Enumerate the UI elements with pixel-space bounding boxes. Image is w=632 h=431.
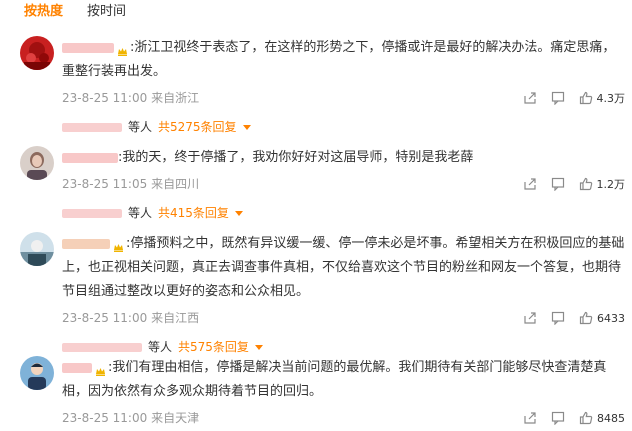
reply-count[interactable]: 共415条回复	[158, 206, 229, 220]
like-count: 1.2万	[596, 178, 626, 191]
like-icon	[579, 91, 592, 105]
comment-text: :浙江卫视终于表态了，在这样的形势之下，停播或许是最好的解决办法。痛定思痛，重整…	[62, 40, 616, 79]
avatar[interactable]	[20, 36, 54, 70]
comment-actions: 8485	[509, 408, 625, 428]
comment-item: :我们有理由相信，停播是解决当前问题的最优解。我们期待有关部门能够尽快查清楚真相…	[20, 356, 625, 430]
reply-suffix: 等人	[128, 120, 153, 134]
comment-location: 来自浙江	[151, 91, 200, 105]
reply-usernames	[62, 209, 122, 218]
comment-location: 来自江西	[151, 311, 200, 325]
like-button[interactable]: 1.2万	[579, 176, 626, 192]
vip-crown-icon	[95, 362, 106, 376]
comment-body: :我的天，终于停播了，我劝你好好对这届导师，特别是我老薛 23-8-25 11:…	[62, 146, 625, 224]
chevron-down-icon	[254, 345, 263, 350]
reply-usernames	[62, 123, 122, 132]
chevron-down-icon	[242, 125, 251, 130]
like-button[interactable]: 6433	[579, 311, 625, 325]
comment-date: 23-8-25 11:00	[62, 91, 148, 105]
reply-usernames	[62, 343, 142, 352]
comment-meta: 23-8-25 11:00 来自天津 8485	[62, 408, 625, 428]
username[interactable]	[62, 362, 92, 373]
like-icon	[579, 411, 593, 425]
share-button[interactable]	[523, 411, 537, 425]
comment-actions: 1.2万	[509, 174, 626, 194]
comment-body: :浙江卫视终于表态了，在这样的形势之下，停播或许是最好的解决办法。痛定思痛，重整…	[62, 36, 625, 138]
share-icon	[524, 312, 536, 324]
comment-button[interactable]	[551, 311, 565, 325]
comment-date: 23-8-25 11:05	[62, 177, 148, 191]
comment-text-block: :停播预料之中，既然有异议缓一缓、停一停未必是坏事。希望相关方在积极回应的基础上…	[62, 232, 625, 304]
vip-crown-icon	[113, 238, 124, 252]
comment-body: :我们有理由相信，停播是解决当前问题的最优解。我们期待有关部门能够尽快查清楚真相…	[62, 356, 625, 428]
avatar[interactable]	[20, 232, 54, 266]
comment-meta: 23-8-25 11:05 来自四川 1.2万	[62, 174, 625, 194]
chevron-down-icon	[234, 211, 243, 216]
comment-text: :我们有理由相信，停播是解决当前问题的最优解。我们期待有关部门能够尽快查清楚真相…	[62, 360, 607, 399]
comment-item: :我的天，终于停播了，我劝你好好对这届导师，特别是我老薛 23-8-25 11:…	[20, 146, 625, 222]
sort-tabs: 按热度 按时间	[24, 0, 150, 24]
like-icon	[579, 177, 592, 191]
like-count: 8485	[597, 411, 625, 425]
username[interactable]	[62, 238, 110, 249]
comment-page: 按热度 按时间 :浙江卫视终于表态了，在这样的形势之下，停播或许是最好的解决办法…	[0, 0, 632, 431]
comment-meta: 23-8-25 11:00 来自江西 6433	[62, 308, 625, 328]
share-button[interactable]	[523, 311, 537, 325]
comment-body: :停播预料之中，既然有异议缓一缓、停一停未必是坏事。希望相关方在积极回应的基础上…	[62, 232, 625, 358]
comment-icon	[551, 311, 565, 325]
reply-summary[interactable]: 等人 共575条回复	[62, 336, 625, 358]
comment-text-block: :浙江卫视终于表态了，在这样的形势之下，停播或许是最好的解决办法。痛定思痛，重整…	[62, 36, 625, 84]
username[interactable]	[62, 152, 118, 163]
avatar[interactable]	[20, 146, 54, 180]
reply-count[interactable]: 共5275条回复	[158, 120, 237, 134]
comment-item: :浙江卫视终于表态了，在这样的形势之下，停播或许是最好的解决办法。痛定思痛，重整…	[20, 36, 625, 136]
comment-date: 23-8-25 11:00	[62, 411, 148, 425]
like-count: 4.3万	[596, 92, 626, 105]
comment-actions: 4.3万	[509, 88, 626, 108]
share-button[interactable]	[523, 177, 537, 191]
like-button[interactable]: 8485	[579, 411, 625, 425]
like-count: 6433	[597, 311, 625, 325]
avatar[interactable]	[20, 356, 54, 390]
like-icon	[579, 311, 593, 325]
comment-icon	[551, 411, 565, 425]
share-icon	[523, 178, 536, 190]
tab-time[interactable]: 按时间	[87, 0, 126, 24]
comment-location: 来自天津	[151, 411, 200, 425]
reply-summary[interactable]: 等人 共5275条回复	[62, 116, 625, 138]
comment-text: :停播预料之中，既然有异议缓一缓、停一停未必是坏事。希望相关方在积极回应的基础上…	[62, 236, 625, 299]
share-icon	[523, 92, 536, 104]
comment-date: 23-8-25 11:00	[62, 311, 148, 325]
comment-icon	[551, 177, 564, 191]
comment-icon	[551, 91, 564, 105]
reply-suffix: 等人	[128, 206, 153, 220]
reply-suffix: 等人	[148, 340, 173, 354]
reply-count[interactable]: 共575条回复	[178, 340, 249, 354]
tab-hot[interactable]: 按热度	[24, 0, 63, 24]
comment-text-block: :我们有理由相信，停播是解决当前问题的最优解。我们期待有关部门能够尽快查清楚真相…	[62, 356, 625, 404]
username[interactable]	[62, 42, 114, 53]
comment-text: :我的天，终于停播了，我劝你好好对这届导师，特别是我老薛	[118, 150, 474, 165]
comment-button[interactable]	[551, 411, 565, 425]
comment-text-block: :我的天，终于停播了，我劝你好好对这届导师，特别是我老薛	[62, 146, 625, 170]
like-button[interactable]: 4.3万	[579, 90, 626, 106]
share-button[interactable]	[523, 91, 537, 105]
comment-location: 来自四川	[151, 177, 200, 191]
comment-item: :停播预料之中，既然有异议缓一缓、停一停未必是坏事。希望相关方在积极回应的基础上…	[20, 232, 625, 354]
comment-button[interactable]	[551, 177, 565, 191]
vip-crown-icon	[117, 42, 128, 56]
reply-summary[interactable]: 等人 共415条回复	[62, 202, 625, 224]
share-icon	[524, 412, 536, 424]
comment-meta: 23-8-25 11:00 来自浙江 4.3万	[62, 88, 625, 108]
comment-actions: 6433	[509, 308, 625, 328]
comment-button[interactable]	[551, 91, 565, 105]
